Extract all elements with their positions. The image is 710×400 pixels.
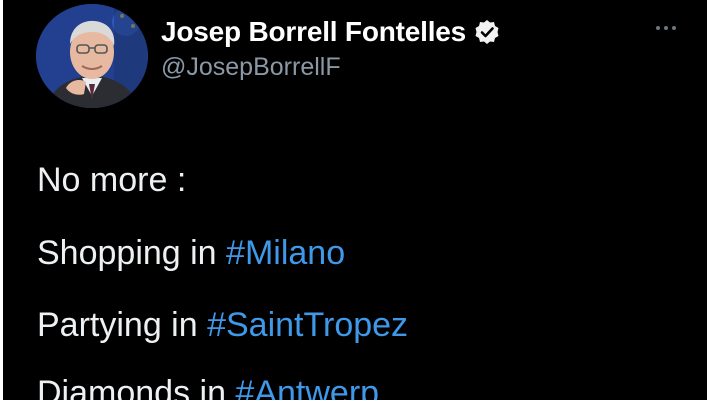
hashtag-link[interactable]: #SaintTropez: [207, 306, 408, 344]
screenshot-frame: Josep Borrell Fontelles @JosepBorrellF N…: [0, 0, 710, 400]
avatar-photo: [36, 4, 148, 108]
tweet-line-text: Shopping in: [37, 234, 227, 272]
hashtag-link[interactable]: #Antwerp: [235, 374, 379, 400]
tweet-card[interactable]: Josep Borrell Fontelles @JosepBorrellF N…: [3, 0, 707, 400]
tweet-line-text: Diamonds in: [37, 374, 236, 400]
tweet-line: Diamonds in #Antwerp: [37, 373, 379, 400]
author-name-row[interactable]: Josep Borrell Fontelles: [161, 14, 500, 50]
tweet-line-text: No more :: [37, 161, 187, 199]
tweet-line: Partying in #SaintTropez: [37, 305, 408, 345]
verified-badge-icon: [474, 19, 500, 45]
author-display-name[interactable]: Josep Borrell Fontelles: [161, 16, 466, 48]
author-handle[interactable]: @JosepBorrellF: [161, 53, 341, 82]
tweet-line: Shopping in #Milano: [37, 233, 345, 273]
hashtag-link[interactable]: #Milano: [226, 234, 345, 272]
tweet-line-text: Partying in: [37, 306, 208, 344]
more-dots-icon[interactable]: [651, 20, 681, 36]
tweet-line: No more :: [37, 160, 186, 200]
avatar[interactable]: [36, 4, 148, 108]
